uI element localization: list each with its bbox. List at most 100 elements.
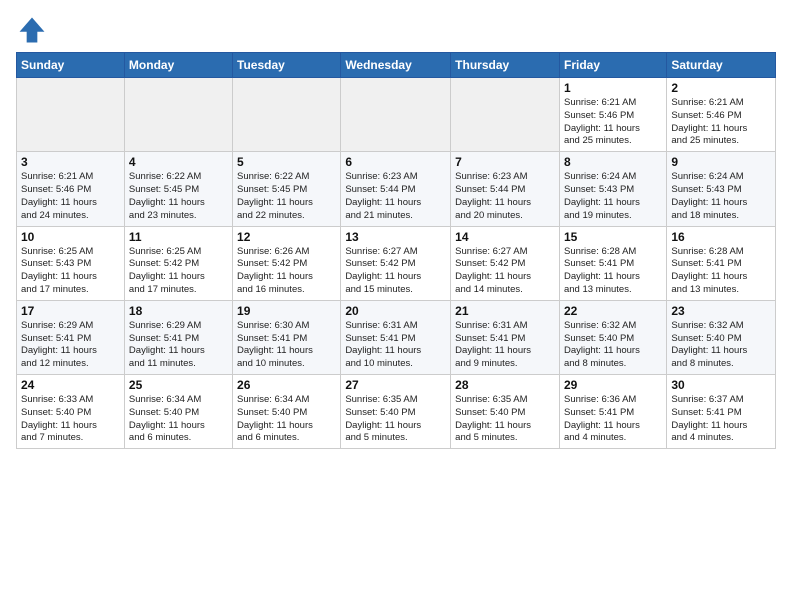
day-number: 20 [345, 304, 446, 318]
day-info: Sunrise: 6:31 AM Sunset: 5:41 PM Dayligh… [345, 320, 446, 371]
day-number: 15 [564, 230, 662, 244]
day-info: Sunrise: 6:26 AM Sunset: 5:42 PM Dayligh… [237, 246, 336, 297]
calendar-cell [233, 78, 341, 152]
calendar-cell: 11 Sunrise: 6:25 AM Sunset: 5:42 PM Dayli… [124, 226, 232, 300]
calendar-cell: 20 Sunrise: 6:31 AM Sunset: 5:41 PM Dayli… [341, 300, 451, 374]
calendar-cell: 18 Sunrise: 6:29 AM Sunset: 5:41 PM Dayli… [124, 300, 232, 374]
day-info: Sunrise: 6:33 AM Sunset: 5:40 PM Dayligh… [21, 394, 120, 445]
day-number: 18 [129, 304, 228, 318]
day-info: Sunrise: 6:28 AM Sunset: 5:41 PM Dayligh… [564, 246, 662, 297]
day-info: Sunrise: 6:27 AM Sunset: 5:42 PM Dayligh… [345, 246, 446, 297]
day-info: Sunrise: 6:31 AM Sunset: 5:41 PM Dayligh… [455, 320, 555, 371]
calendar-cell: 10 Sunrise: 6:25 AM Sunset: 5:43 PM Dayli… [17, 226, 125, 300]
day-number: 6 [345, 155, 446, 169]
calendar-cell: 30 Sunrise: 6:37 AM Sunset: 5:41 PM Dayli… [667, 375, 776, 449]
calendar-cell: 29 Sunrise: 6:36 AM Sunset: 5:41 PM Dayli… [559, 375, 666, 449]
weekday-header-saturday: Saturday [667, 53, 776, 78]
header [16, 10, 776, 46]
logo [16, 14, 52, 46]
day-number: 9 [671, 155, 771, 169]
calendar-cell: 7 Sunrise: 6:23 AM Sunset: 5:44 PM Daylig… [451, 152, 560, 226]
calendar-cell: 16Sunrise: 6:28 AM Sunset: 5:41 PM Dayli… [667, 226, 776, 300]
day-info: Sunrise: 6:25 AM Sunset: 5:43 PM Dayligh… [21, 246, 120, 297]
calendar-cell: 17 Sunrise: 6:29 AM Sunset: 5:41 PM Dayli… [17, 300, 125, 374]
weekday-header-friday: Friday [559, 53, 666, 78]
calendar-cell: 28Sunrise: 6:35 AM Sunset: 5:40 PM Dayli… [451, 375, 560, 449]
calendar-cell: 1 Sunrise: 6:21 AM Sunset: 5:46 PM Daylig… [559, 78, 666, 152]
calendar-cell: 22 Sunrise: 6:32 AM Sunset: 5:40 PM Dayli… [559, 300, 666, 374]
day-number: 12 [237, 230, 336, 244]
calendar-cell: 4 Sunrise: 6:22 AM Sunset: 5:45 PM Daylig… [124, 152, 232, 226]
day-number: 30 [671, 378, 771, 392]
day-info: Sunrise: 6:27 AM Sunset: 5:42 PM Dayligh… [455, 246, 555, 297]
day-number: 2 [671, 81, 771, 95]
day-number: 17 [21, 304, 120, 318]
day-number: 3 [21, 155, 120, 169]
day-number: 7 [455, 155, 555, 169]
day-number: 13 [345, 230, 446, 244]
logo-icon [16, 14, 48, 46]
day-info: Sunrise: 6:35 AM Sunset: 5:40 PM Dayligh… [345, 394, 446, 445]
day-number: 21 [455, 304, 555, 318]
calendar-week-2: 3 Sunrise: 6:21 AM Sunset: 5:46 PM Daylig… [17, 152, 776, 226]
day-info: Sunrise: 6:37 AM Sunset: 5:41 PM Dayligh… [671, 394, 771, 445]
calendar-week-4: 17 Sunrise: 6:29 AM Sunset: 5:41 PM Dayli… [17, 300, 776, 374]
day-info: Sunrise: 6:21 AM Sunset: 5:46 PM Dayligh… [671, 97, 771, 148]
day-number: 10 [21, 230, 120, 244]
weekday-header-sunday: Sunday [17, 53, 125, 78]
day-number: 29 [564, 378, 662, 392]
weekday-header-tuesday: Tuesday [233, 53, 341, 78]
calendar-cell [451, 78, 560, 152]
calendar-cell: 8 Sunrise: 6:24 AM Sunset: 5:43 PM Daylig… [559, 152, 666, 226]
calendar-cell: 13 Sunrise: 6:27 AM Sunset: 5:42 PM Dayli… [341, 226, 451, 300]
day-info: Sunrise: 6:32 AM Sunset: 5:40 PM Dayligh… [564, 320, 662, 371]
day-info: Sunrise: 6:32 AM Sunset: 5:40 PM Dayligh… [671, 320, 771, 371]
day-number: 5 [237, 155, 336, 169]
day-info: Sunrise: 6:22 AM Sunset: 5:45 PM Dayligh… [129, 171, 228, 222]
calendar-week-1: 1 Sunrise: 6:21 AM Sunset: 5:46 PM Daylig… [17, 78, 776, 152]
calendar-cell: 25 Sunrise: 6:34 AM Sunset: 5:40 PM Dayli… [124, 375, 232, 449]
day-number: 11 [129, 230, 228, 244]
day-info: Sunrise: 6:29 AM Sunset: 5:41 PM Dayligh… [21, 320, 120, 371]
day-number: 25 [129, 378, 228, 392]
day-number: 27 [345, 378, 446, 392]
day-info: Sunrise: 6:29 AM Sunset: 5:41 PM Dayligh… [129, 320, 228, 371]
day-info: Sunrise: 6:30 AM Sunset: 5:41 PM Dayligh… [237, 320, 336, 371]
calendar-cell: 9 Sunrise: 6:24 AM Sunset: 5:43 PM Daylig… [667, 152, 776, 226]
calendar-cell: 6 Sunrise: 6:23 AM Sunset: 5:44 PM Daylig… [341, 152, 451, 226]
weekday-header-thursday: Thursday [451, 53, 560, 78]
day-info: Sunrise: 6:21 AM Sunset: 5:46 PM Dayligh… [564, 97, 662, 148]
calendar-cell: 14Sunrise: 6:27 AM Sunset: 5:42 PM Dayli… [451, 226, 560, 300]
day-info: Sunrise: 6:34 AM Sunset: 5:40 PM Dayligh… [237, 394, 336, 445]
day-info: Sunrise: 6:24 AM Sunset: 5:43 PM Dayligh… [564, 171, 662, 222]
weekday-header-monday: Monday [124, 53, 232, 78]
calendar-cell: 2 Sunrise: 6:21 AM Sunset: 5:46 PM Daylig… [667, 78, 776, 152]
day-info: Sunrise: 6:34 AM Sunset: 5:40 PM Dayligh… [129, 394, 228, 445]
day-info: Sunrise: 6:24 AM Sunset: 5:43 PM Dayligh… [671, 171, 771, 222]
day-info: Sunrise: 6:25 AM Sunset: 5:42 PM Dayligh… [129, 246, 228, 297]
calendar-cell [17, 78, 125, 152]
day-info: Sunrise: 6:23 AM Sunset: 5:44 PM Dayligh… [455, 171, 555, 222]
calendar-cell: 23 Sunrise: 6:32 AM Sunset: 5:40 PM Dayli… [667, 300, 776, 374]
page: SundayMondayTuesdayWednesdayThursdayFrid… [0, 0, 792, 612]
day-number: 8 [564, 155, 662, 169]
day-info: Sunrise: 6:28 AM Sunset: 5:41 PM Dayligh… [671, 246, 771, 297]
day-info: Sunrise: 6:21 AM Sunset: 5:46 PM Dayligh… [21, 171, 120, 222]
calendar-cell: 5Sunrise: 6:22 AM Sunset: 5:45 PM Daylig… [233, 152, 341, 226]
calendar-cell [124, 78, 232, 152]
weekday-header-wednesday: Wednesday [341, 53, 451, 78]
day-number: 26 [237, 378, 336, 392]
calendar-cell: 27 Sunrise: 6:35 AM Sunset: 5:40 PM Dayli… [341, 375, 451, 449]
day-number: 4 [129, 155, 228, 169]
calendar-week-3: 10 Sunrise: 6:25 AM Sunset: 5:43 PM Dayli… [17, 226, 776, 300]
calendar-cell [341, 78, 451, 152]
day-number: 22 [564, 304, 662, 318]
calendar-cell: 24Sunrise: 6:33 AM Sunset: 5:40 PM Dayli… [17, 375, 125, 449]
day-number: 1 [564, 81, 662, 95]
calendar-header-row: SundayMondayTuesdayWednesdayThursdayFrid… [17, 53, 776, 78]
day-info: Sunrise: 6:35 AM Sunset: 5:40 PM Dayligh… [455, 394, 555, 445]
day-number: 23 [671, 304, 771, 318]
day-info: Sunrise: 6:23 AM Sunset: 5:44 PM Dayligh… [345, 171, 446, 222]
day-info: Sunrise: 6:36 AM Sunset: 5:41 PM Dayligh… [564, 394, 662, 445]
day-number: 19 [237, 304, 336, 318]
